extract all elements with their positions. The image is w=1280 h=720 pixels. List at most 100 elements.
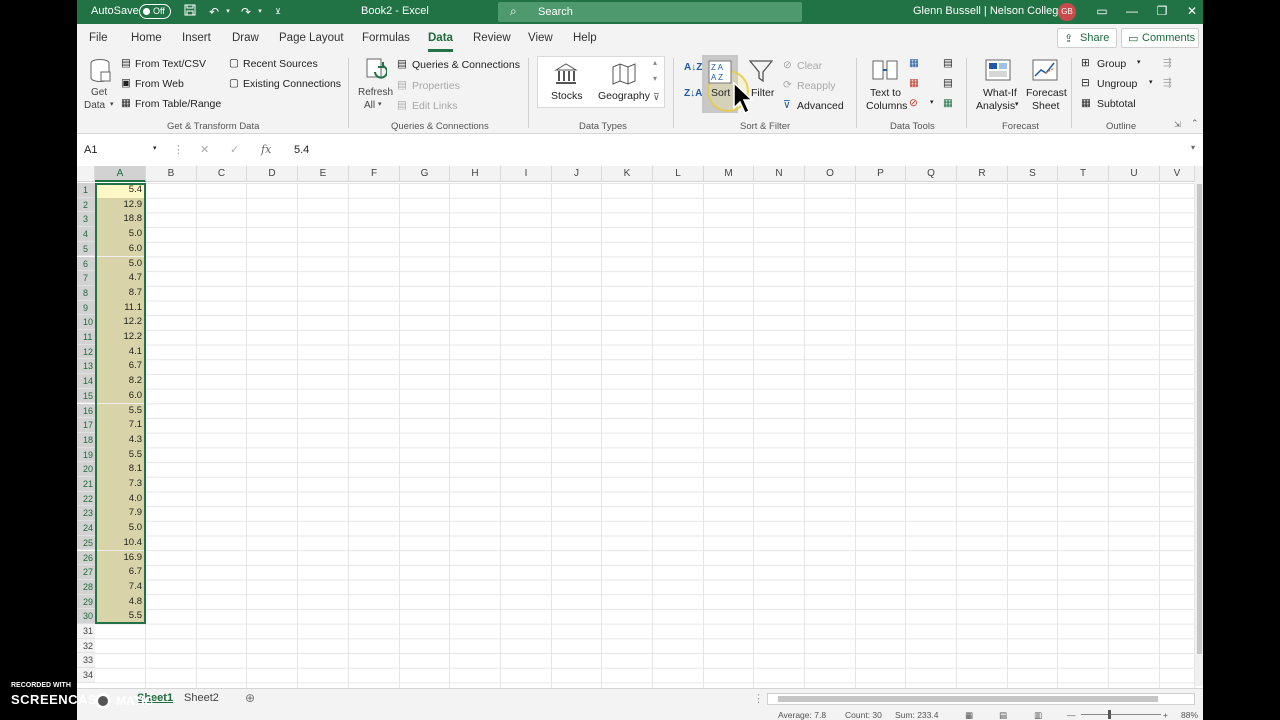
page-break-view-icon[interactable]: ▥ [1034,710,1042,720]
column-header-s[interactable]: S [1008,166,1058,182]
undo-dropdown-icon[interactable]: ▾ [219,3,237,21]
clear-button[interactable]: Clear [797,60,822,72]
row-header[interactable]: 18 [77,432,95,448]
cell-area[interactable]: 5.4 12.9 18.8 5.0 6.0 5.0 4.7 8.7 11.1 12.2 12.2 4.… [95,183,1195,688]
row-header[interactable]: 17 [77,418,95,433]
column-header-q[interactable]: Q [906,166,957,182]
tab-view[interactable]: View [528,32,553,44]
minimize-icon[interactable]: — [1117,0,1147,24]
column-header-b[interactable]: B [146,166,197,182]
cancel-icon[interactable]: ✕ [200,143,209,156]
column-header-c[interactable]: C [197,166,247,182]
column-header-p[interactable]: P [856,166,906,182]
zoom-level[interactable]: 88% [1181,710,1198,720]
insert-function-icon[interactable]: fx [261,143,271,156]
row-header[interactable]: 14 [77,374,95,389]
redo-dropdown-icon[interactable]: ▾ [251,3,269,21]
data-validation-icon[interactable]: ⊘ [909,97,918,109]
show-detail-icon[interactable]: ⇶ [1163,57,1172,69]
close-icon[interactable]: ✕ [1177,0,1203,24]
row-header[interactable]: 32 [77,638,95,654]
tab-review[interactable]: Review [473,32,511,44]
row-header[interactable]: 22 [77,491,95,507]
normal-view-icon[interactable]: ▦ [965,710,973,720]
row-header[interactable]: 33 [77,653,95,669]
ungroup-button[interactable]: Ungroup [1097,78,1137,90]
tab-page-layout[interactable]: Page Layout [279,32,344,44]
column-header-d[interactable]: D [247,166,298,182]
column-header-f[interactable]: F [349,166,400,182]
row-header[interactable]: 16 [77,403,95,419]
select-all-corner[interactable] [77,166,95,182]
tab-file[interactable]: File [89,32,108,44]
sort-z-to-a-icon[interactable]: Z↓A [684,88,702,99]
row-header[interactable]: 20 [77,462,95,477]
column-header-i[interactable]: I [501,166,552,182]
enter-icon[interactable]: ✓ [230,143,239,156]
row-header[interactable]: 4 [77,227,95,242]
edit-links-button[interactable]: Edit Links [412,100,458,112]
sort-a-to-z-icon[interactable]: A↓Z [684,62,702,73]
column-header-j[interactable]: J [552,166,602,182]
gallery-more-icon[interactable]: ⊽ [653,92,660,103]
column-header-n[interactable]: N [754,166,805,182]
column-header-o[interactable]: O [805,166,856,182]
from-text-csv-button[interactable]: From Text/CSV [135,58,206,70]
tab-help[interactable]: Help [573,32,597,44]
save-icon[interactable] [181,3,199,21]
column-header-u[interactable]: U [1109,166,1160,182]
column-header-l[interactable]: L [653,166,704,182]
zoom-slider[interactable] [1081,714,1161,715]
row-header[interactable]: 19 [77,447,95,463]
expand-formula-icon[interactable]: ▾ [1191,143,1195,152]
column-header-k[interactable]: K [602,166,653,182]
row-header[interactable]: 26 [77,550,95,566]
row-header[interactable]: 24 [77,521,95,536]
tab-formulas[interactable]: Formulas [362,32,410,44]
row-header[interactable]: 13 [77,359,95,375]
zoom-out-icon[interactable]: — [1067,710,1076,720]
zoom-slider-thumb[interactable] [1108,710,1111,719]
page-layout-view-icon[interactable]: ▤ [999,710,1007,720]
sheet-tab-sheet2[interactable]: Sheet2 [184,692,219,704]
row-header[interactable]: 9 [77,300,95,316]
data-model-icon[interactable]: ▦ [943,97,953,109]
formula-value[interactable]: 5.4 [294,144,309,156]
properties-button[interactable]: Properties [412,80,460,92]
row-header[interactable]: 2 [77,197,95,213]
row-header[interactable]: 30 [77,609,95,624]
tab-draw[interactable]: Draw [232,32,259,44]
row-header[interactable]: 23 [77,506,95,522]
tab-data[interactable]: Data [428,32,453,52]
subtotal-button[interactable]: Subtotal [1097,98,1136,110]
search-box[interactable]: ⌕ Search [498,2,802,22]
row-header[interactable]: 27 [77,565,95,580]
row-header[interactable]: 28 [77,579,95,595]
column-header-e[interactable]: E [298,166,349,182]
column-header-g[interactable]: G [400,166,450,182]
zoom-in-icon[interactable]: + [1163,710,1168,720]
data-validation-chevron-icon[interactable]: ▾ [930,98,934,106]
restore-icon[interactable]: ❐ [1147,0,1177,24]
dialog-launcher-icon[interactable]: ⇲ [1174,120,1181,129]
row-header[interactable]: 31 [77,624,95,639]
column-header-v[interactable]: V [1160,166,1195,182]
share-button[interactable]: ⇪ Share [1057,28,1117,48]
comments-button[interactable]: ▭ Comments [1121,28,1199,48]
horizontal-scrollbar[interactable] [767,693,1195,705]
ribbon-display-icon[interactable]: ▭ [1087,0,1117,24]
from-table-range-button[interactable]: From Table/Range [135,98,221,110]
group-chevron-icon[interactable]: ▾ [1137,58,1141,66]
column-header-r[interactable]: R [957,166,1008,182]
scrollbar-thumb[interactable] [778,696,1158,702]
row-header[interactable]: 5 [77,241,95,257]
row-header[interactable]: 7 [77,271,95,286]
row-header[interactable]: 11 [77,330,95,345]
group-button[interactable]: Group [1097,58,1126,70]
row-header[interactable]: 6 [77,256,95,272]
tab-insert[interactable]: Insert [182,32,211,44]
new-sheet-icon[interactable]: ⊕ [245,691,255,705]
consolidate-icon[interactable]: ▤ [943,57,953,69]
column-header-a[interactable]: A [95,166,146,182]
advanced-button[interactable]: Advanced [797,100,844,112]
